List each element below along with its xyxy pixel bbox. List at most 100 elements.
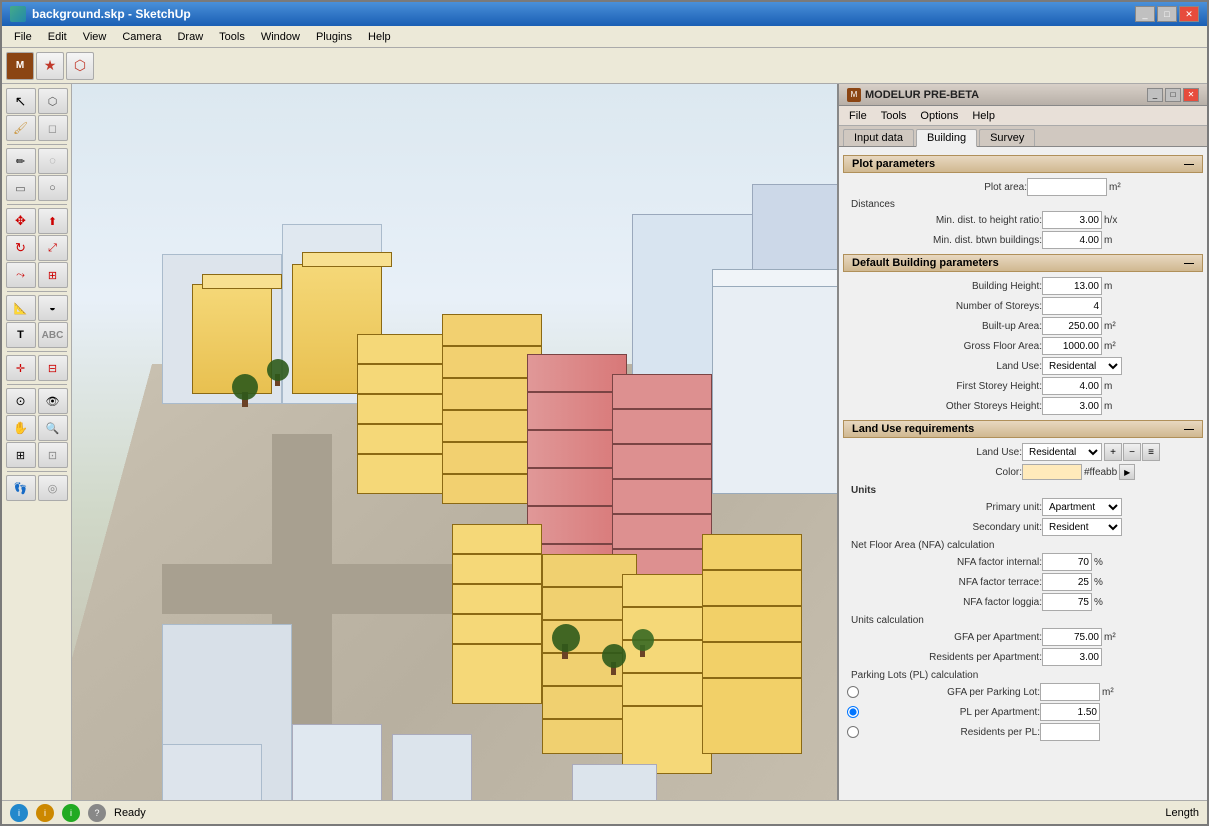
- close-button[interactable]: ✕: [1179, 6, 1199, 22]
- menu-plugins[interactable]: Plugins: [308, 29, 360, 45]
- tool-axes[interactable]: ✛: [6, 355, 36, 381]
- tool-zoomextent[interactable]: ⊞: [6, 442, 36, 468]
- lt-row-6: ↻ ⤢: [6, 235, 68, 261]
- lu-land-use-select[interactable]: Residental Commercial Industrial: [1022, 443, 1102, 461]
- default-building-collapse-btn[interactable]: —: [1184, 258, 1194, 269]
- toolbar-modelur-icon[interactable]: M: [6, 52, 34, 80]
- lu-remove-btn[interactable]: −: [1123, 443, 1141, 461]
- builtup-area-input[interactable]: [1042, 317, 1102, 335]
- tool-section[interactable]: ⊟: [38, 355, 68, 381]
- secondary-unit-select[interactable]: Resident Person User: [1042, 518, 1122, 536]
- num-storeys-input[interactable]: [1042, 297, 1102, 315]
- color-box[interactable]: [1022, 464, 1082, 480]
- plot-collapse-btn[interactable]: —: [1184, 159, 1194, 170]
- primary-unit-label: Primary unit:: [847, 502, 1042, 513]
- tool-circle[interactable]: ○: [38, 175, 68, 201]
- min-dist-btwn-unit: m: [1104, 235, 1129, 246]
- tool-zoomwindow[interactable]: ⊡: [38, 442, 68, 468]
- modelur-minimize[interactable]: _: [1147, 88, 1163, 102]
- modelur-maximize[interactable]: □: [1165, 88, 1181, 102]
- lu-add-btn[interactable]: +: [1104, 443, 1122, 461]
- min-dist-height-input[interactable]: [1042, 211, 1102, 229]
- lt-row-4: ▭ ○: [6, 175, 68, 201]
- other-storeys-input[interactable]: [1042, 397, 1102, 415]
- gross-floor-input[interactable]: [1042, 337, 1102, 355]
- land-use-select[interactable]: Residental Commercial Industrial: [1042, 357, 1122, 375]
- tool-walk[interactable]: 👣: [6, 475, 36, 501]
- nfa-terrace-input[interactable]: [1042, 573, 1092, 591]
- tool-pushpull[interactable]: ⬆: [38, 208, 68, 234]
- menu-view[interactable]: View: [75, 29, 115, 45]
- tool-pan[interactable]: ✋: [6, 415, 36, 441]
- residents-pl-label: Residents per PL:: [865, 727, 1040, 738]
- nfa-loggia-row: NFA factor loggia: %: [843, 592, 1203, 612]
- m-menu-tools[interactable]: Tools: [875, 109, 913, 123]
- residents-pl-input[interactable]: [1040, 723, 1100, 741]
- nfa-section-label: Net Floor Area (NFA) calculation: [843, 537, 1203, 552]
- tool-arc[interactable]: ◌: [38, 148, 68, 174]
- menu-window[interactable]: Window: [253, 29, 308, 45]
- color-label: Color:: [847, 467, 1022, 478]
- tool-rotate[interactable]: ↻: [6, 235, 36, 261]
- m-menu-file[interactable]: File: [843, 109, 873, 123]
- m-menu-help[interactable]: Help: [966, 109, 1001, 123]
- toolbar-btn2[interactable]: ⬡: [66, 52, 94, 80]
- gfa-apartment-input[interactable]: [1042, 628, 1102, 646]
- pl-apartment-radio[interactable]: [847, 706, 859, 718]
- tool-component[interactable]: ⬡: [38, 88, 68, 114]
- pl-apartment-input[interactable]: [1040, 703, 1100, 721]
- tool-protractor[interactable]: ◒: [38, 295, 68, 321]
- gfa-parking-radio[interactable]: [847, 686, 859, 698]
- tool-look[interactable]: ◎: [38, 475, 68, 501]
- minimize-button[interactable]: _: [1135, 6, 1155, 22]
- tool-3dtext[interactable]: ABC: [38, 322, 68, 348]
- m-menu-options[interactable]: Options: [914, 109, 964, 123]
- primary-unit-select[interactable]: Apartment Room Person: [1042, 498, 1122, 516]
- nfa-internal-input[interactable]: [1042, 553, 1092, 571]
- maximize-button[interactable]: □: [1157, 6, 1177, 22]
- tool-move[interactable]: ✥: [6, 208, 36, 234]
- modelur-close[interactable]: ✕: [1183, 88, 1199, 102]
- menu-tools[interactable]: Tools: [211, 29, 253, 45]
- menu-edit[interactable]: Edit: [40, 29, 75, 45]
- plot-area-input[interactable]: [1027, 178, 1107, 196]
- tab-survey[interactable]: Survey: [979, 129, 1035, 146]
- viewport[interactable]: [72, 84, 837, 800]
- residents-pl-radio[interactable]: [847, 726, 859, 738]
- tool-pencil[interactable]: ✏: [6, 148, 36, 174]
- nfa-loggia-input[interactable]: [1042, 593, 1092, 611]
- tool-offset[interactable]: ⊞: [38, 262, 68, 288]
- building-height-input[interactable]: [1042, 277, 1102, 295]
- menu-help[interactable]: Help: [360, 29, 399, 45]
- panel-content[interactable]: Plot parameters — Plot area: m² Distance…: [839, 147, 1207, 800]
- tool-paint[interactable]: 🖌: [6, 115, 36, 141]
- tab-building[interactable]: Building: [916, 129, 977, 147]
- toolbar-btn1[interactable]: ★: [36, 52, 64, 80]
- menu-camera[interactable]: Camera: [114, 29, 169, 45]
- tool-orbit[interactable]: ⊙: [6, 388, 36, 414]
- tool-eye[interactable]: 👁: [38, 388, 68, 414]
- residents-apt-input[interactable]: [1042, 648, 1102, 666]
- tool-zoom[interactable]: 🔍: [38, 415, 68, 441]
- gfa-parking-input[interactable]: [1040, 683, 1100, 701]
- first-storey-input[interactable]: [1042, 377, 1102, 395]
- tool-tape[interactable]: 📐: [6, 295, 36, 321]
- pl-apartment-radio-wrap: [847, 706, 861, 718]
- land-use-req-collapse-btn[interactable]: —: [1184, 424, 1194, 435]
- secondary-unit-row: Secondary unit: Resident Person User: [843, 517, 1203, 537]
- menu-draw[interactable]: Draw: [169, 29, 211, 45]
- lt-separator-3: [7, 291, 67, 292]
- tool-rectangle[interactable]: ▭: [6, 175, 36, 201]
- tool-text[interactable]: T: [6, 322, 36, 348]
- tool-select[interactable]: ↖: [6, 88, 36, 114]
- min-dist-btwn-input[interactable]: [1042, 231, 1102, 249]
- lt-row-14: 👣 ◎: [6, 475, 68, 501]
- menu-file[interactable]: File: [6, 29, 40, 45]
- tool-scale[interactable]: ⤢: [38, 235, 68, 261]
- yellow-building-8: [702, 534, 802, 754]
- tool-followme[interactable]: ⤳: [6, 262, 36, 288]
- tab-input-data[interactable]: Input data: [843, 129, 914, 146]
- tool-eraser[interactable]: ◻: [38, 115, 68, 141]
- lu-list-btn[interactable]: ≡: [1142, 443, 1160, 461]
- color-picker-btn[interactable]: ▶: [1119, 464, 1135, 480]
